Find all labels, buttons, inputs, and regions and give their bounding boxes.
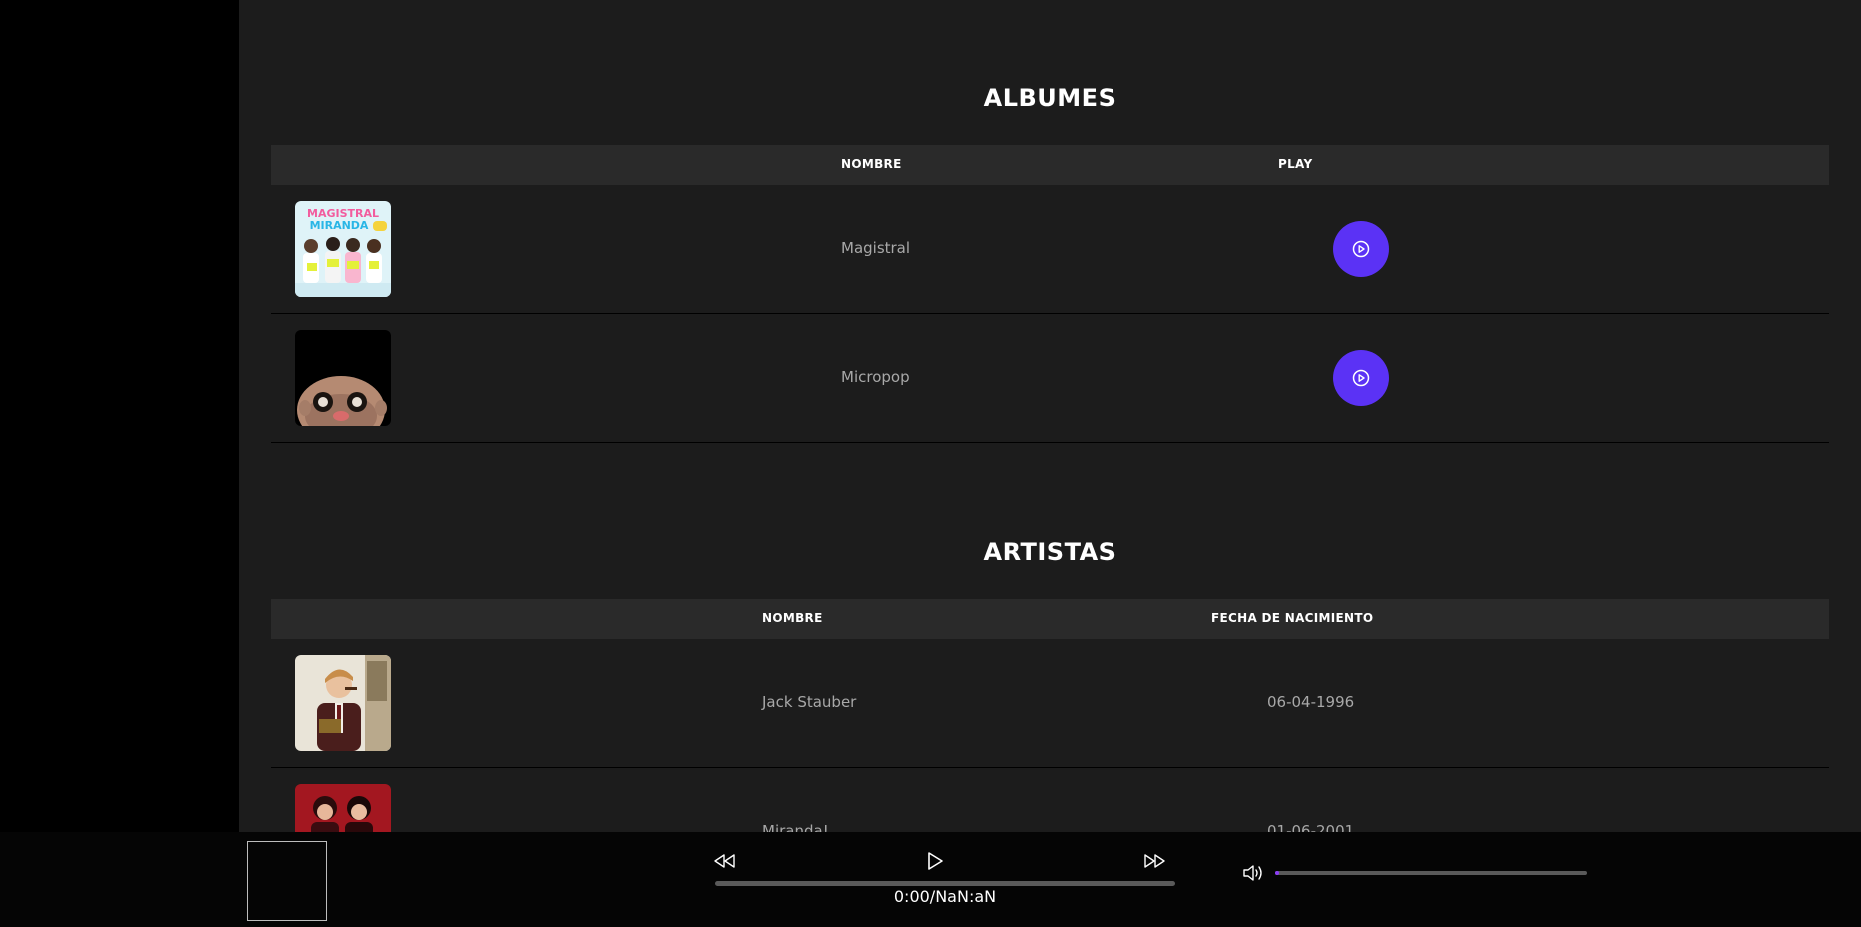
artists-title: ARTISTAS [983, 538, 1117, 566]
table-row: Miranda! 01-06-2001 [271, 768, 1829, 832]
svg-text:MIRANDA: MIRANDA [310, 219, 369, 232]
artist-birth-date: 06-04-1996 [1267, 693, 1355, 711]
artist-name: Jack Stauber [762, 693, 857, 711]
volume-icon [1243, 865, 1262, 881]
albums-title: ALBUMES [983, 84, 1117, 112]
table-row: Jack Stauber 06-04-1996 [271, 639, 1829, 768]
artist-birth-date: 01-06-2001 [1267, 822, 1355, 832]
time-display: 0:00/NaN:aN [893, 887, 997, 906]
albums-header-play: PLAY [1278, 157, 1313, 171]
play-album-button[interactable] [1333, 350, 1389, 406]
album-name: Magistral [841, 239, 911, 257]
artists-table: NOMBRE FECHA DE NACIMIENTO Jack Stauber … [271, 599, 1829, 832]
play-circle-icon [1352, 240, 1370, 258]
volume-slider[interactable] [1275, 871, 1587, 875]
artists-header-birth: FECHA DE NACIMIENTO [1211, 611, 1374, 625]
table-row: MAGISTRAL MIRANDA Magistral [271, 185, 1829, 314]
play-button[interactable] [923, 849, 947, 873]
artists-header-name: NOMBRE [762, 611, 823, 625]
albums-table: NOMBRE PLAY MAGISTRAL MIRANDA Magistral … [271, 145, 1829, 443]
artist-photo-miranda [295, 784, 391, 832]
rewind-icon [714, 854, 735, 868]
artist-name: Miranda! [762, 822, 829, 832]
album-cover-micropop [295, 330, 391, 426]
play-icon [928, 852, 943, 870]
album-name: Micropop [841, 368, 910, 386]
artists-table-header: NOMBRE FECHA DE NACIMIENTO [271, 599, 1829, 639]
volume-button[interactable] [1241, 861, 1265, 885]
table-row: Micropop [271, 314, 1829, 443]
artist-photo-jack-stauber [295, 655, 391, 751]
albums-table-header: NOMBRE PLAY [271, 145, 1829, 185]
volume-level [1275, 871, 1279, 875]
album-cover-magistral: MAGISTRAL MIRANDA [295, 201, 391, 297]
rewind-button[interactable] [712, 850, 738, 872]
fast-forward-icon [1144, 854, 1165, 868]
fast-forward-button[interactable] [1141, 850, 1167, 872]
albums-header-name: NOMBRE [841, 157, 902, 171]
sidebar [0, 0, 239, 832]
main-content: ALBUMES NOMBRE PLAY MAGISTRAL MIRANDA Ma… [239, 0, 1861, 832]
play-album-button[interactable] [1333, 221, 1389, 277]
play-circle-icon [1352, 369, 1370, 387]
progress-bar[interactable] [715, 881, 1175, 886]
now-playing-cover [247, 841, 327, 921]
